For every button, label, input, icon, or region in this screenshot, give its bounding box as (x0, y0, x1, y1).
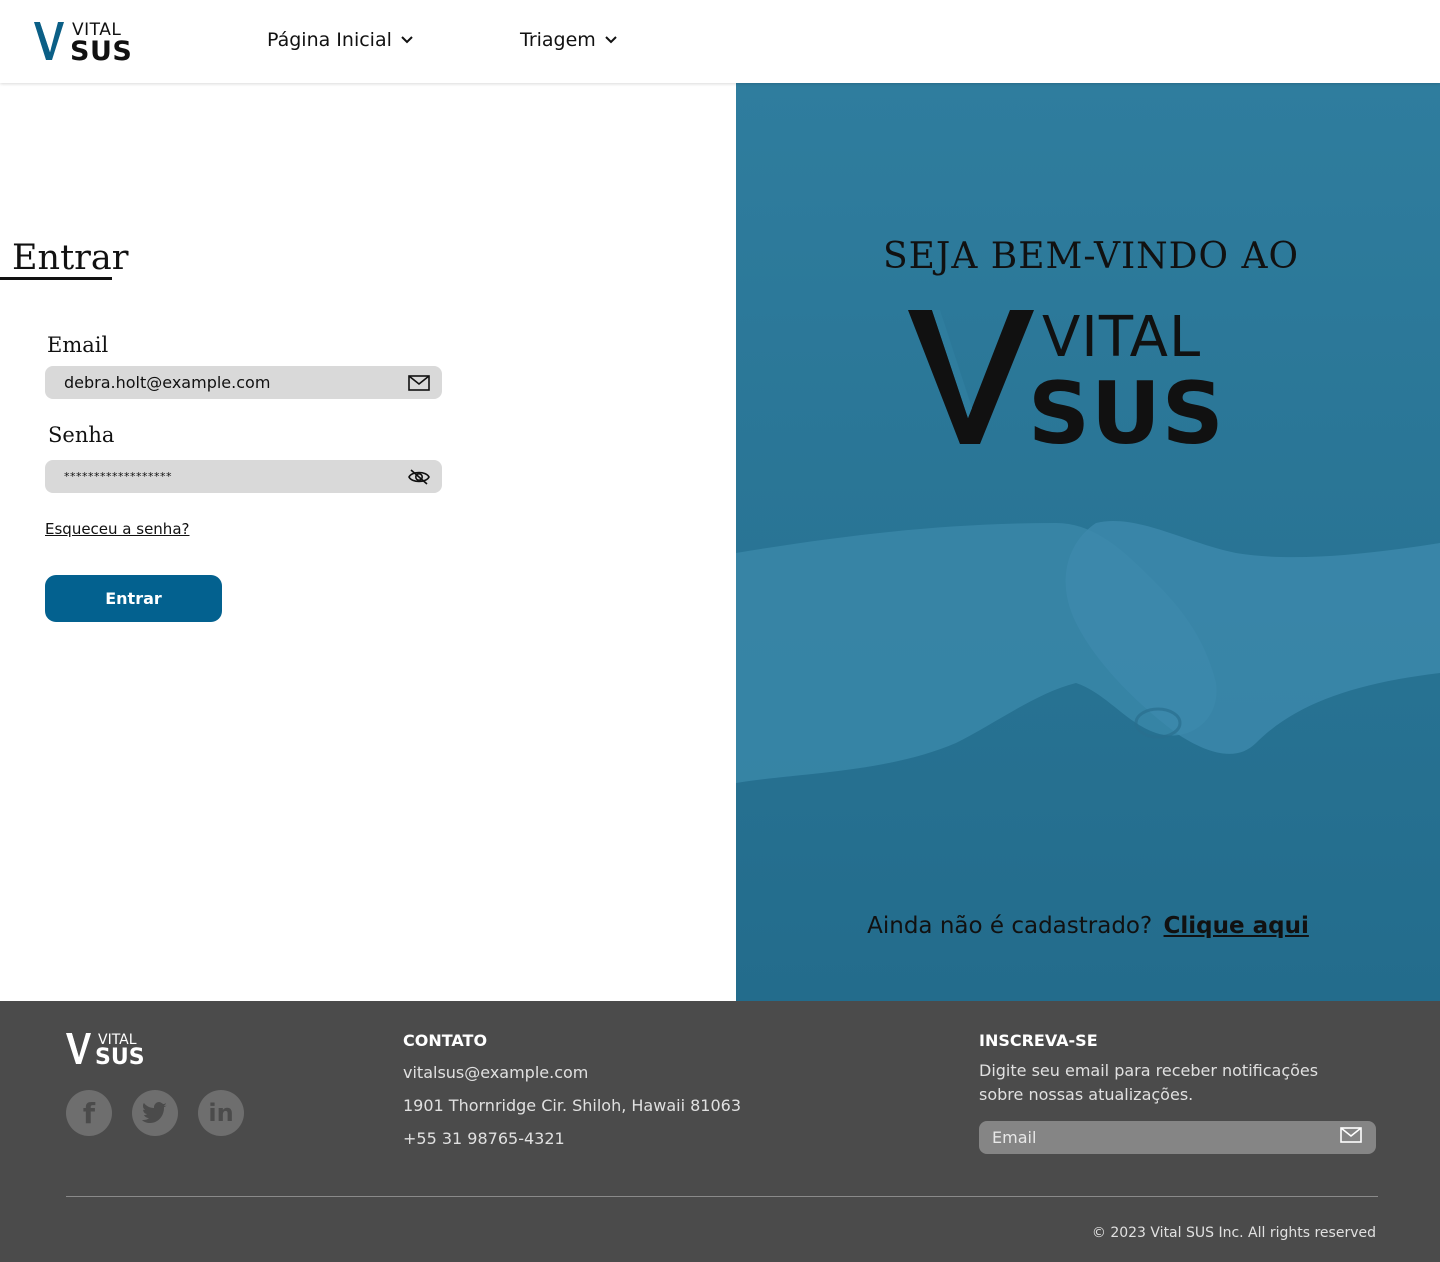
logo-word-bottom: SUS (70, 36, 132, 62)
logo-v-mark (66, 1033, 91, 1064)
nav-triagem[interactable]: Triagem (520, 29, 618, 51)
logo-v-mark (908, 310, 1034, 444)
chevron-down-icon (605, 36, 617, 44)
logo-word-bottom: SUS (95, 1045, 145, 1065)
linkedin-icon[interactable]: in (198, 1090, 244, 1136)
email-value: debra.holt@example.com (64, 373, 271, 392)
chevron-down-icon (401, 36, 413, 44)
twitter-icon[interactable] (132, 1090, 178, 1136)
email-field[interactable]: debra.holt@example.com (45, 366, 442, 399)
handshake-image (736, 83, 1440, 1001)
top-header: VITAL SUS Página Inicial Triagem (0, 0, 1440, 83)
password-field[interactable]: ****************** (45, 460, 442, 493)
contact-address: 1901 Thornridge Cir. Shiloh, Hawaii 8106… (403, 1096, 741, 1115)
signup-prompt: Ainda não é cadastrado? Clique aqui (736, 913, 1440, 939)
eye-off-icon[interactable] (408, 466, 430, 488)
footer-divider (66, 1196, 1378, 1197)
twitter-bird-icon (142, 1102, 167, 1123)
logo-v-mark (34, 22, 64, 60)
welcome-title: SEJA BEM-VINDO AO (882, 236, 1299, 277)
nav-label: Triagem (520, 29, 596, 51)
login-title: Entrar (12, 238, 129, 278)
signup-text: Ainda não é cadastrado? (867, 913, 1153, 939)
vital-sus-logo[interactable]: VITAL SUS (34, 20, 144, 62)
contact-email[interactable]: vitalsus@example.com (403, 1063, 588, 1082)
footer: VITAL SUS f in CONTATO vitalsus@example.… (0, 1001, 1440, 1262)
logo-word-bottom: SUS (1028, 364, 1225, 448)
mail-icon (408, 372, 430, 394)
facebook-icon[interactable]: f (66, 1090, 112, 1136)
subscribe-description: Digite seu email para receber notificaçõ… (979, 1061, 1319, 1104)
password-label: Senha (48, 423, 115, 447)
welcome-panel: SEJA BEM-VINDO AO VITAL SUS Ainda não é … (736, 83, 1440, 1001)
logo-word-top: VITAL (1042, 308, 1201, 370)
footer-logo[interactable]: VITAL SUS (66, 1031, 158, 1065)
password-value: ****************** (64, 470, 172, 483)
linkedin-glyph: in (208, 1099, 234, 1127)
facebook-glyph: f (82, 1096, 96, 1130)
login-panel: Entrar Email debra.holt@example.com Senh… (0, 83, 736, 1001)
subscribe-email-input[interactable] (992, 1128, 1340, 1147)
contact-phone: +55 31 98765-4321 (403, 1129, 565, 1148)
copyright: © 2023 Vital SUS Inc. All rights reserve… (1091, 1225, 1376, 1241)
subscribe-email-field[interactable] (979, 1121, 1376, 1154)
nav-pagina-inicial[interactable]: Página Inicial (267, 29, 414, 51)
title-underline (0, 277, 112, 280)
signup-link[interactable]: Clique aqui (1164, 913, 1309, 939)
login-submit-button[interactable]: Entrar (45, 575, 222, 622)
email-label: Email (47, 333, 109, 357)
vital-sus-large-logo: VITAL SUS (908, 308, 1225, 448)
nav-label: Página Inicial (267, 29, 392, 51)
subscribe-heading: INSCREVA-SE (979, 1031, 1098, 1050)
mail-icon[interactable] (1340, 1127, 1362, 1148)
forgot-password-link[interactable]: Esqueceu a senha? (45, 520, 189, 538)
contact-heading: CONTATO (403, 1031, 488, 1050)
